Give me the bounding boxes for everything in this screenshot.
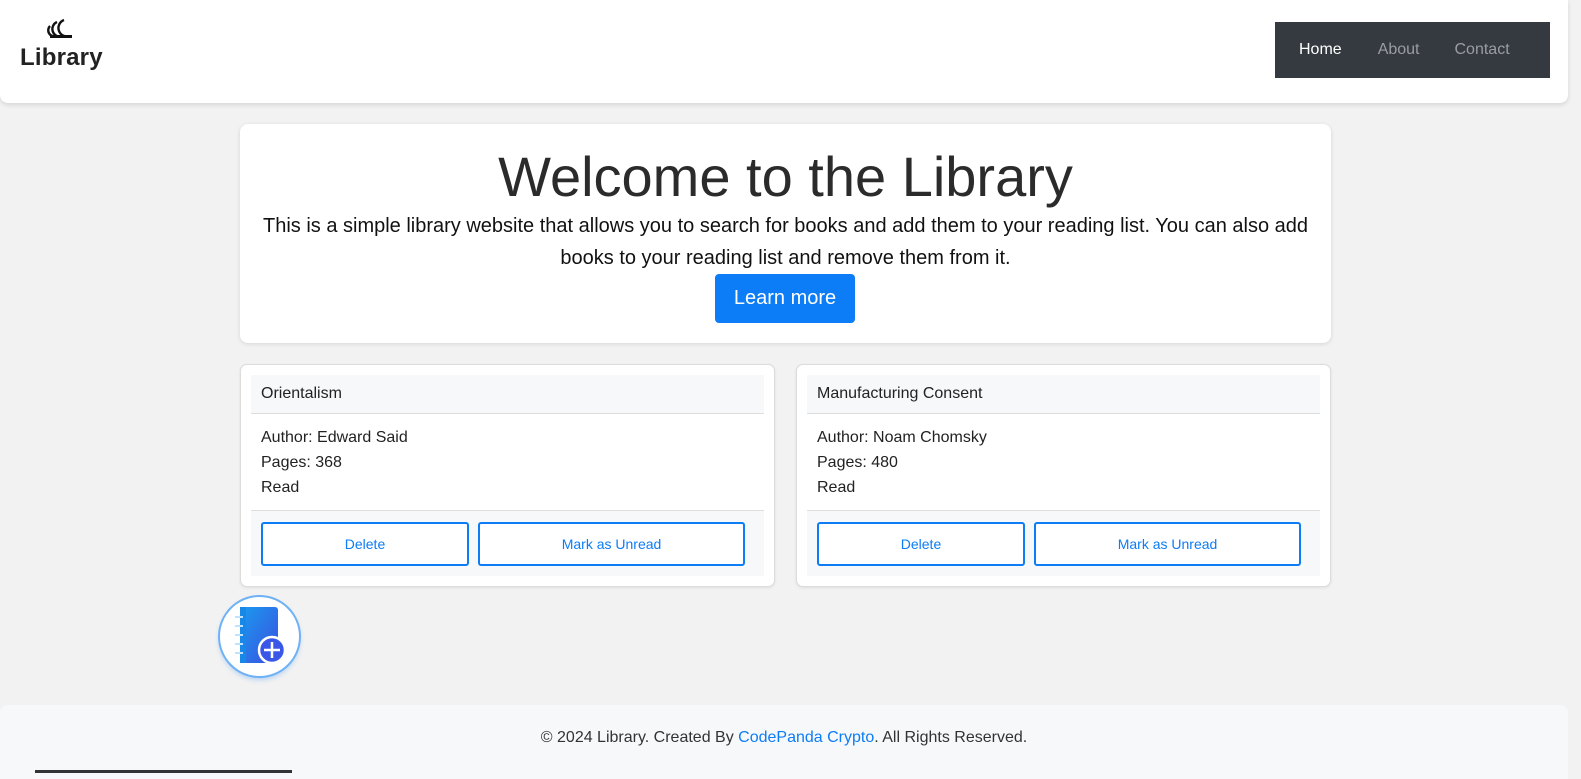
book-title: Manufacturing Consent	[817, 385, 983, 402]
book-title: Orientalism	[261, 385, 342, 402]
footer-author-link[interactable]: CodePanda Crypto	[738, 729, 874, 746]
add-book-icon	[235, 607, 287, 665]
bottom-strip	[35, 770, 292, 773]
top-header: Library Home About Contact	[0, 0, 1568, 103]
brand[interactable]: Library	[20, 16, 103, 72]
book-card-footer: Delete Mark as Unread	[251, 510, 764, 576]
hero-section: Welcome to the Library This is a simple …	[240, 124, 1331, 343]
hero-title: Welcome to the Library	[498, 145, 1073, 208]
learn-more-button[interactable]: Learn more	[715, 274, 855, 323]
delete-button[interactable]: Delete	[817, 522, 1025, 566]
book-card: Manufacturing Consent Author: Noam Choms…	[796, 364, 1331, 587]
page-footer: © 2024 Library. Created By CodePanda Cry…	[0, 705, 1568, 779]
brand-name: Library	[20, 44, 103, 71]
book-card-footer: Delete Mark as Unread	[807, 510, 1320, 576]
book-card-body: Author: Edward Said Pages: 368 Read	[261, 425, 408, 500]
book-status: Read	[817, 479, 856, 496]
book-author: Author: Edward Said	[261, 429, 408, 446]
nav-home[interactable]: Home	[1299, 41, 1342, 59]
footer-prefix: © 2024 Library. Created By	[540, 729, 739, 746]
main-nav: Home About Contact	[1275, 22, 1550, 78]
book-pages: Pages: 480	[817, 454, 898, 471]
library-logo-icon	[47, 18, 72, 38]
book-author: Author: Noam Chomsky	[817, 429, 987, 446]
nav-about[interactable]: About	[1378, 41, 1420, 59]
mark-unread-button[interactable]: Mark as Unread	[1034, 522, 1301, 566]
book-card-header: Manufacturing Consent	[807, 375, 1320, 414]
hero-description: This is a simple library website that al…	[262, 215, 1308, 269]
mark-unread-button[interactable]: Mark as Unread	[478, 522, 745, 566]
add-book-button[interactable]	[220, 597, 299, 676]
footer-text: © 2024 Library. Created By CodePanda Cry…	[0, 729, 1568, 747]
book-card: Orientalism Author: Edward Said Pages: 3…	[240, 364, 775, 587]
book-card-header: Orientalism	[251, 375, 764, 414]
delete-button[interactable]: Delete	[261, 522, 469, 566]
book-card-body: Author: Noam Chomsky Pages: 480 Read	[817, 425, 987, 500]
nav-contact[interactable]: Contact	[1455, 41, 1510, 59]
footer-suffix: . All Rights Reserved.	[874, 729, 1028, 746]
book-pages: Pages: 368	[261, 454, 342, 471]
book-status: Read	[261, 479, 300, 496]
